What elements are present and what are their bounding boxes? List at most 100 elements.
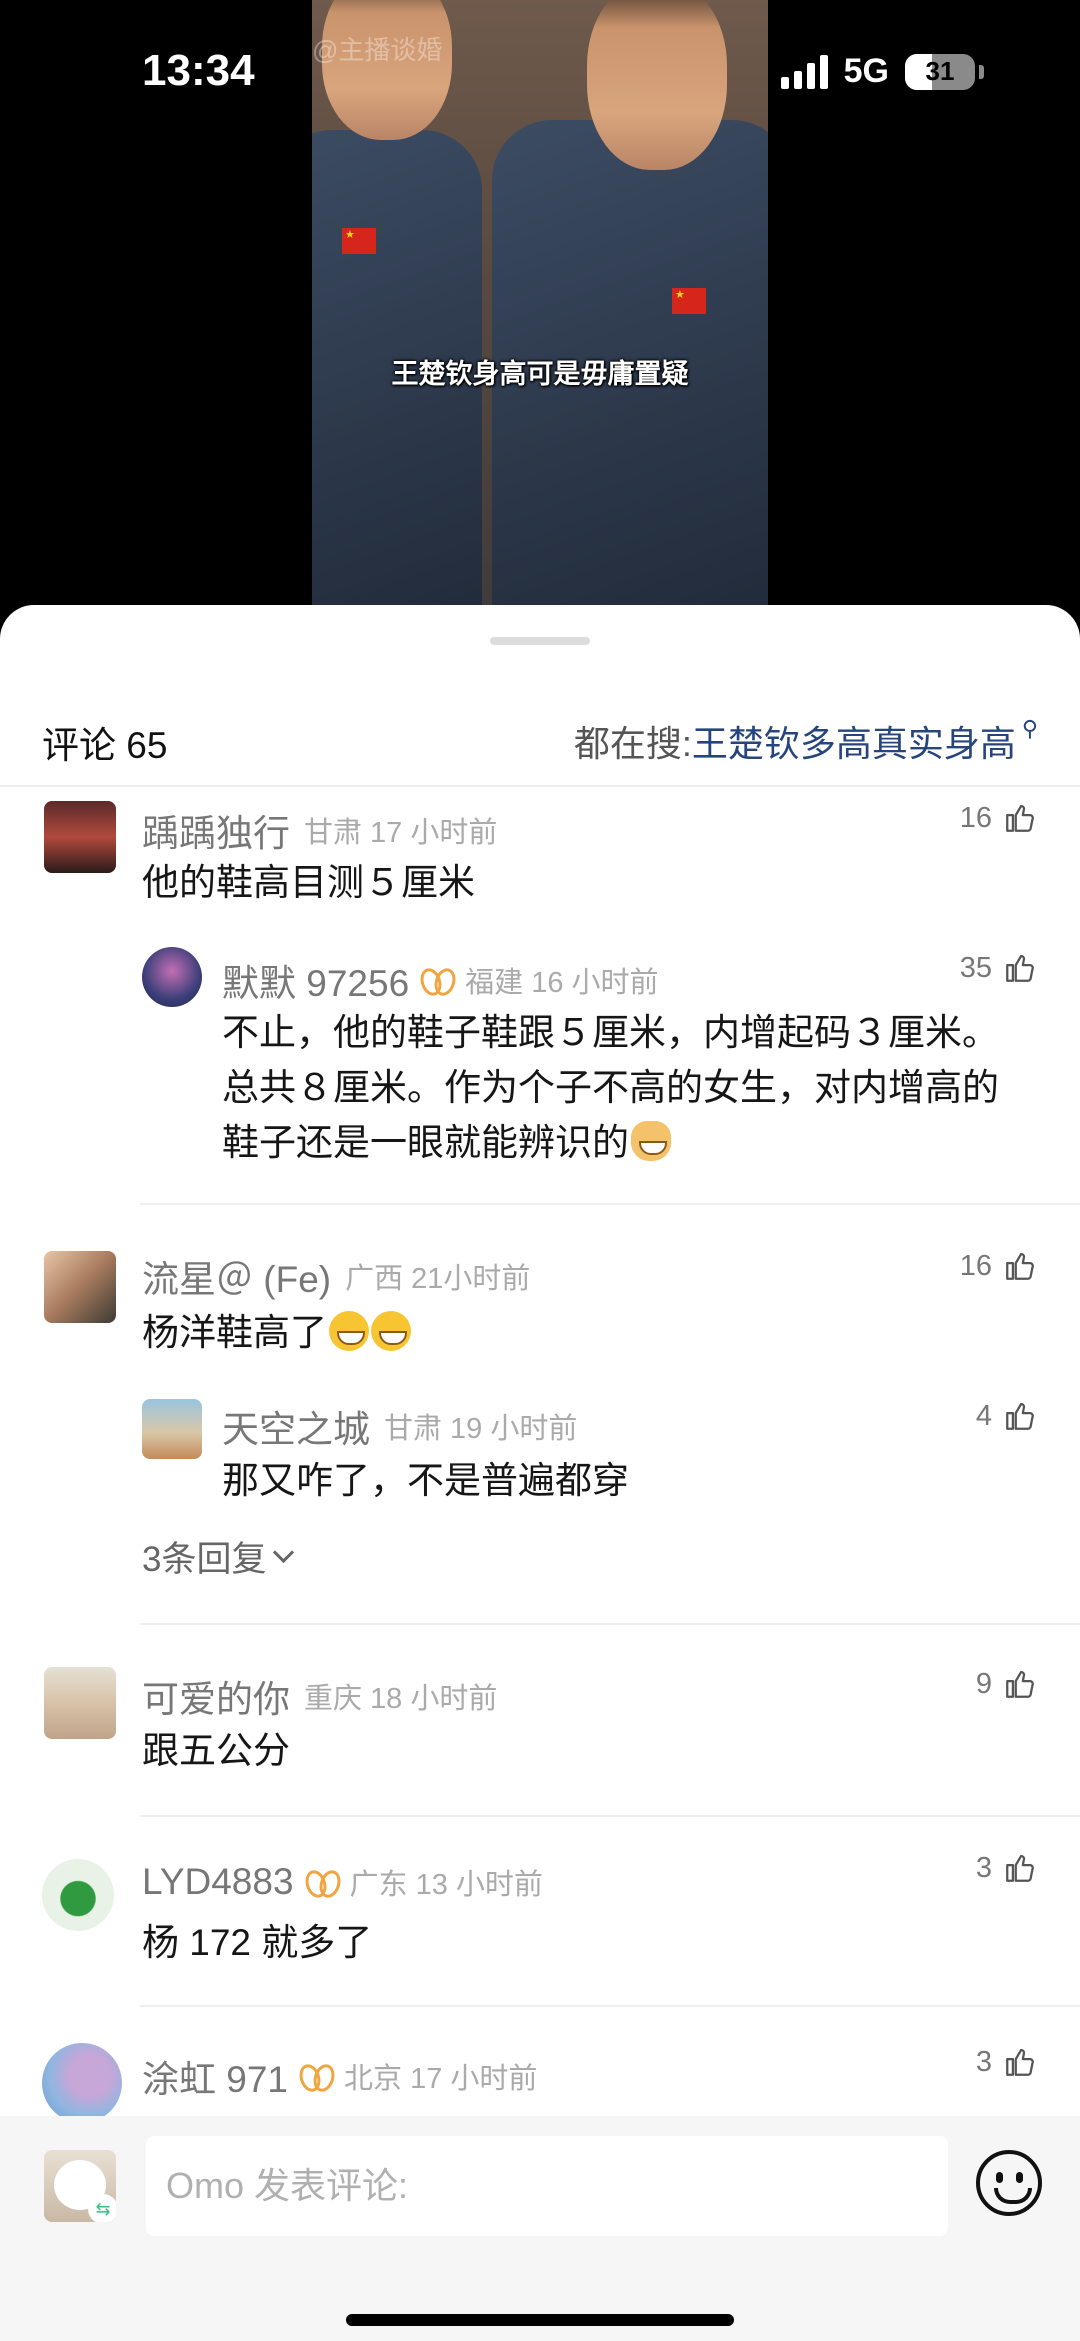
comment-input[interactable]: Omo 发表评论: (146, 2136, 948, 2236)
avatar[interactable] (44, 1251, 116, 1323)
thumbs-up-icon (1006, 1252, 1034, 1280)
avatar[interactable] (42, 1859, 114, 1931)
chevron-down-icon (273, 1541, 295, 1564)
reply-username[interactable]: 默默 97256 (222, 953, 409, 1007)
like-button[interactable]: 3 (976, 1851, 1038, 1885)
reply-text-line: 鞋子还是一眼就能辨识的 (222, 1122, 629, 1163)
reply-text-line: 总共８厘米。作为个子不高的女生，对内增高的 (222, 1067, 999, 1108)
comment-location-time: 重庆 18 小时前 (304, 1683, 498, 1715)
fan-badge-icon (306, 1868, 340, 1896)
comment-text-content: 杨洋鞋高了 (142, 1312, 327, 1353)
like-button[interactable]: 9 (976, 1667, 1038, 1701)
flag-icon (342, 228, 376, 254)
reply-text-line: 不止，他的鞋子鞋跟５厘米，内增起码３厘米。 (222, 1012, 999, 1053)
thumbs-up-icon (1006, 1402, 1034, 1430)
comment-divider (140, 2005, 1080, 2007)
comment-text: 杨 172 就多了 (142, 1922, 373, 1963)
comment-location-time: 广西 21小时前 (345, 1263, 531, 1295)
avatar[interactable] (44, 801, 116, 873)
comment-username[interactable]: 流星＠ (Fe) (142, 1249, 331, 1303)
like-count: 3 (975, 1851, 992, 1884)
comment-header: 评论 65 都在搜: 王楚钦多高真实身高 ⚲ (0, 705, 1080, 785)
video-player[interactable]: @主播谈婚 王楚钦身高可是毋庸置疑 13:34 5G 31 (0, 0, 1080, 640)
comment-divider (140, 1203, 1080, 1205)
player-left-head (322, 0, 452, 140)
expand-replies-button[interactable]: 3条回复 (142, 1531, 295, 1582)
battery-level: 31 (925, 56, 955, 86)
replies-count: 3条回复 (142, 1540, 267, 1579)
video-caption: 王楚钦身高可是毋庸置疑 (391, 359, 689, 389)
comment-username[interactable]: LYD4883 (142, 1861, 294, 1903)
comment-meta: 涂虹 971 北京 17 小时前 (142, 2049, 537, 2103)
thumbs-up-icon (1006, 1854, 1034, 1882)
video-frame (312, 0, 768, 640)
comment-text: 杨洋鞋高了 (142, 1305, 411, 1360)
like-button[interactable]: 3 (976, 2045, 1038, 2079)
flag-icon (672, 288, 706, 314)
player-right-head (587, 0, 727, 170)
cat-emoji-icon (631, 1121, 671, 1161)
comment-sheet: 评论 65 都在搜: 王楚钦多高真实身高 ⚲ 踽踽独行 甘肃 17 小时前 16… (0, 605, 1080, 2341)
like-count: 9 (975, 1667, 992, 1700)
my-avatar[interactable]: ⇆ (44, 2150, 116, 2222)
comment-list[interactable]: 踽踽独行 甘肃 17 小时前 16 他的鞋高目测５厘米 默默 97256 福建 … (0, 787, 1080, 2013)
search-prefix: 都在搜: (573, 723, 692, 764)
comment-username[interactable]: 踽踽独行 (142, 803, 290, 857)
like-count: 4 (975, 1399, 992, 1432)
like-count: 16 (959, 801, 992, 834)
network-type: 5G (843, 52, 889, 90)
thumbs-up-icon (1006, 1670, 1034, 1698)
video-watermark: @主播谈婚 (312, 35, 443, 65)
like-count: 35 (959, 951, 992, 984)
grin-emoji-icon (371, 1311, 411, 1351)
avatar[interactable] (142, 947, 202, 1007)
signal-icon (780, 54, 828, 89)
sheet-grabber[interactable] (490, 637, 590, 645)
comment-divider (140, 1623, 1080, 1625)
comment-location-time: 北京 17 小时前 (344, 2063, 538, 2095)
battery-icon: 31 (905, 53, 975, 90)
reply-meta: 天空之城 甘肃 19 小时前 (222, 1399, 577, 1453)
reply-location-time: 甘肃 19 小时前 (384, 1413, 578, 1445)
reply-text: 不止，他的鞋子鞋跟５厘米，内增起码３厘米。 总共８厘米。作为个子不高的女生，对内… (222, 1005, 999, 1170)
comment-count: 评论 65 (42, 725, 168, 766)
battery-tip (979, 64, 984, 79)
comment-meta: 流星＠ (Fe) 广西 21小时前 (142, 1249, 530, 1303)
fan-badge-icon (421, 966, 455, 994)
comment-meta: LYD4883 广东 13 小时前 (142, 1861, 543, 1903)
emoji-icon[interactable] (976, 2150, 1042, 2216)
comment-meta: 可爱的你 重庆 18 小时前 (142, 1669, 497, 1723)
thumbs-up-icon (1006, 2048, 1034, 2076)
thumbs-up-icon (1006, 804, 1034, 832)
search-icon: ⚲ (1021, 716, 1038, 741)
like-button[interactable]: 35 (960, 951, 1038, 985)
like-button[interactable]: 16 (960, 1249, 1038, 1283)
reply-location-time: 福建 16 小时前 (465, 967, 659, 999)
avatar[interactable] (44, 1667, 116, 1739)
comment-meta: 踽踽独行 甘肃 17 小时前 (142, 803, 497, 857)
like-button[interactable]: 16 (960, 801, 1038, 835)
comment-input-bar: ⇆ Omo 发表评论: (0, 2116, 1080, 2341)
home-indicator[interactable] (346, 2314, 734, 2326)
comment-divider (140, 1815, 1080, 1817)
trending-search-link[interactable]: 都在搜: 王楚钦多高真实身高 ⚲ (574, 715, 1038, 767)
thumbs-up-icon (1006, 954, 1034, 982)
reply-text: 那又咋了，不是普遍都穿 (222, 1460, 629, 1501)
status-time: 13:34 (142, 46, 255, 95)
reply-meta: 默默 97256 福建 16 小时前 (222, 953, 659, 1007)
grin-emoji-icon (329, 1311, 369, 1351)
fan-badge-icon (300, 2062, 334, 2090)
avatar[interactable] (142, 1399, 202, 1459)
switch-account-icon[interactable]: ⇆ (88, 2194, 116, 2222)
status-indicators: 5G 31 (780, 52, 984, 91)
reply-username[interactable]: 天空之城 (222, 1399, 370, 1453)
comment-username[interactable]: 涂虹 971 (142, 2049, 288, 2103)
comment-text: 跟五公分 (142, 1730, 290, 1771)
comment-location-time: 广东 13 小时前 (349, 1869, 543, 1901)
search-keyword[interactable]: 王楚钦多高真实身高 (692, 715, 1016, 767)
like-button[interactable]: 4 (976, 1399, 1038, 1433)
comment-text: 他的鞋高目测５厘米 (142, 862, 475, 903)
comment-username[interactable]: 可爱的你 (142, 1669, 290, 1723)
avatar[interactable] (42, 2043, 122, 2123)
comment-location-time: 甘肃 17 小时前 (304, 817, 498, 849)
